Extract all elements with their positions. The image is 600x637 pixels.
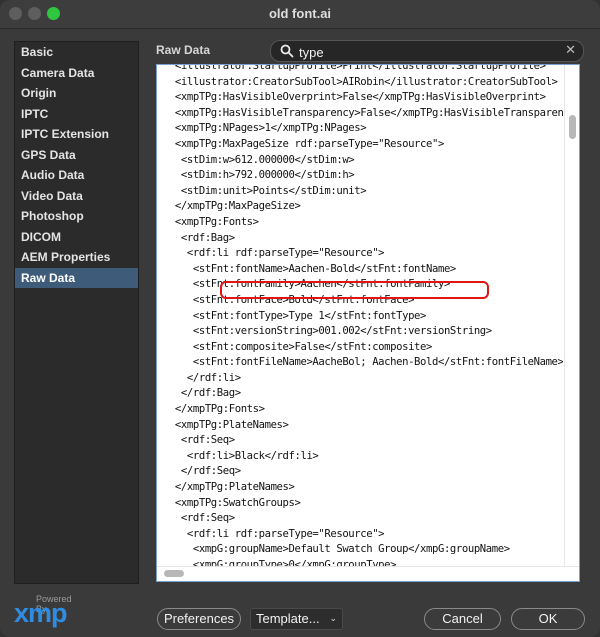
chevron-down-icon: ⌄ — [329, 613, 337, 623]
horizontal-scroll-thumb[interactable] — [164, 570, 184, 577]
xml-line: <rdf:li>Black</rdf:li> — [157, 449, 319, 462]
xml-line: <illustrator:StartupProfile>Print</illus… — [157, 64, 546, 72]
cancel-button[interactable]: Cancel — [424, 608, 501, 630]
category-sidebar: Basic Camera Data Origin IPTC IPTC Exten… — [14, 41, 139, 584]
xml-line: </rdf:Bag> — [157, 387, 241, 400]
xml-line: <xmpTPg:NPages>1</xmpTPg:NPages> — [157, 122, 367, 135]
xml-line: </rdf:li> — [157, 371, 241, 384]
sidebar-item-audio-data[interactable]: Audio Data — [15, 165, 138, 186]
title-bar: old font.ai — [0, 0, 600, 29]
ok-button[interactable]: OK — [511, 608, 585, 630]
xml-text[interactable]: <illustrator:StartupProfile>Print</illus… — [157, 64, 563, 567]
xml-line: </rdf:Seq> — [157, 465, 241, 478]
vertical-scrollbar[interactable] — [564, 65, 579, 567]
xml-line: </xmpTPg:MaxPageSize> — [157, 200, 301, 213]
sidebar-item-video-data[interactable]: Video Data — [15, 186, 138, 207]
search-input[interactable] — [297, 42, 561, 62]
xml-line: </xmpTPg:PlateNames> — [157, 481, 295, 494]
sidebar-item-basic[interactable]: Basic — [15, 42, 138, 63]
xml-line: <rdf:Seq> — [157, 434, 235, 447]
sidebar-item-aem-properties[interactable]: AEM Properties — [15, 247, 138, 268]
xml-line: <rdf:Bag> — [157, 231, 235, 244]
dialog-window: old font.ai Basic Camera Data Origin IPT… — [0, 0, 600, 637]
sidebar-item-raw-data[interactable]: Raw Data — [15, 267, 138, 288]
xml-line: <stFnt:versionString>001.002</stFnt:vers… — [157, 325, 492, 338]
sidebar-item-gps-data[interactable]: GPS Data — [15, 145, 138, 166]
xml-line: <stDim:unit>Points</stDim:unit> — [157, 184, 367, 197]
xml-line: <stDim:h>792.000000</stDim:h> — [157, 169, 355, 182]
xml-line: <rdf:li rdf:parseType="Resource"> — [157, 527, 385, 540]
xml-line: <rdf:li rdf:parseType="Resource"> — [157, 247, 385, 260]
sidebar-item-iptc-extension[interactable]: IPTC Extension — [15, 124, 138, 145]
preferences-button[interactable]: Preferences — [157, 608, 241, 630]
template-dropdown-label: Template... — [256, 611, 320, 626]
sidebar-item-origin[interactable]: Origin — [15, 83, 138, 104]
highlight-box — [220, 281, 489, 299]
xmp-logo: Powered By xmp — [14, 594, 84, 630]
vertical-scroll-thumb[interactable] — [569, 115, 576, 139]
xml-line: <stFnt:fontFileName>AacheBol; Aachen-Bol… — [157, 356, 563, 369]
horizontal-scrollbar[interactable] — [157, 566, 579, 581]
xml-line: <rdf:Seq> — [157, 512, 235, 525]
search-field[interactable]: ✕ — [270, 40, 584, 62]
xml-line: <xmpTPg:Fonts> — [157, 215, 259, 228]
xml-line: <xmpTPg:MaxPageSize rdf:parseType="Resou… — [157, 137, 444, 150]
window-title: old font.ai — [268, 6, 332, 21]
xml-line: <xmpTPg:HasVisibleOverprint>False</xmpTP… — [157, 91, 546, 104]
sidebar-item-iptc[interactable]: IPTC — [15, 104, 138, 125]
xml-line: <xmpTPg:PlateNames> — [157, 418, 289, 431]
xml-line: <stFnt:fontType>Type 1</stFnt:fontType> — [157, 309, 427, 322]
clear-search-icon[interactable]: ✕ — [565, 42, 576, 58]
sidebar-item-dicom[interactable]: DICOM — [15, 227, 138, 248]
xml-line: <stFnt:composite>False</stFnt:composite> — [157, 340, 433, 353]
sidebar-item-photoshop[interactable]: Photoshop — [15, 206, 138, 227]
xml-line: <xmpTPg:SwatchGroups> — [157, 496, 301, 509]
xml-line: <xmpTPg:HasVisibleTransparency>False</xm… — [157, 106, 563, 119]
section-title: Raw Data — [156, 43, 211, 57]
xmp-logo-text: xmp — [14, 598, 68, 628]
sidebar-item-camera-data[interactable]: Camera Data — [15, 63, 138, 84]
xml-line: <illustrator:CreatorSubTool>AIRobin</ill… — [157, 75, 558, 88]
template-dropdown[interactable]: Template... ⌄ — [250, 608, 343, 630]
raw-data-viewer[interactable]: <illustrator:StartupProfile>Print</illus… — [156, 64, 580, 582]
xml-line: <stDim:w>612.000000</stDim:w> — [157, 153, 355, 166]
xml-line: <xmpG:groupName>Default Swatch Group</xm… — [157, 543, 510, 556]
xml-line: </xmpTPg:Fonts> — [157, 403, 265, 416]
search-icon — [280, 44, 294, 58]
xml-line: <stFnt:fontName>Aachen-Bold</stFnt:fontN… — [157, 262, 456, 275]
